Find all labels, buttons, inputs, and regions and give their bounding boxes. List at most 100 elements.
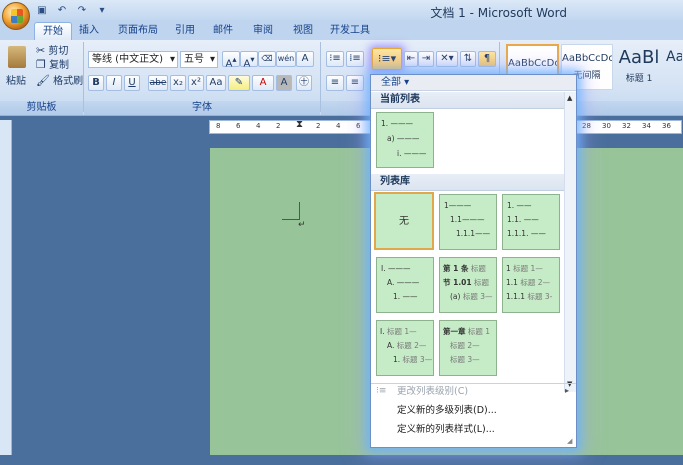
highlight-button[interactable]: ✎ — [228, 75, 250, 91]
list-level-label: I. — [380, 327, 385, 336]
font-group-label: 字体 — [84, 101, 320, 115]
clear-format-button[interactable]: ⌫ — [258, 51, 276, 67]
tab-insert[interactable]: 插入 — [74, 22, 104, 40]
list-level-label: 节 1.01 — [443, 278, 472, 287]
list-style-numeric[interactable]: 1——— 1.1——— 1.1.1—— — [439, 194, 497, 250]
superscript-button[interactable]: x² — [188, 75, 204, 91]
ruler-tick-label: 6 — [356, 122, 361, 130]
numbering-button[interactable]: ⁞≡ — [346, 51, 364, 67]
ruler-tick-label: 34 — [642, 122, 651, 130]
tab-references[interactable]: 引用 — [170, 22, 200, 40]
char-border-icon: A — [301, 53, 309, 64]
shrink-font-button[interactable]: A▾ — [240, 51, 258, 69]
list-style-roman[interactable]: I. ——— A. ——— 1. —— — [376, 257, 434, 313]
bold-button[interactable]: B — [88, 75, 104, 91]
list-style-article-section[interactable]: 第 1 条 标题 节 1.01 标题 (a) 标题 3— — [439, 257, 497, 313]
list-style-heading-numeric[interactable]: 1 标题 1— 1.1 标题 2— 1.1.1 标题 3- — [502, 257, 560, 313]
bullets-button[interactable]: ⁝≡ — [326, 51, 344, 67]
style-heading-2[interactable]: Aa — [665, 44, 683, 90]
font-size-combo[interactable]: 五号 ▾ — [180, 51, 218, 68]
phonetic-guide-button[interactable]: wén — [276, 51, 296, 67]
define-multilevel-list-item[interactable]: 定义新的多级列表(D)... — [397, 404, 497, 418]
enclose-icon: ㊉ — [299, 77, 309, 88]
change-list-level-item[interactable]: 更改列表级别(C) — [397, 385, 468, 399]
char-border-button[interactable]: A — [296, 51, 314, 67]
resize-grip-icon[interactable]: ◢ — [567, 437, 575, 445]
ruler-tick-label: 8 — [216, 122, 221, 130]
list-level-label: 1.1.1. — [507, 229, 529, 238]
tab-review[interactable]: 审阅 — [248, 22, 278, 40]
cut-button[interactable]: ✂ 剪切 — [36, 44, 68, 59]
italic-button[interactable]: I — [106, 75, 122, 91]
highlighter-icon: ✎ — [234, 77, 244, 88]
list-style-none-label: 无 — [399, 216, 409, 227]
increase-indent-button[interactable]: ⇥ — [418, 51, 434, 67]
window-title: 文档 1 - Microsoft Word — [430, 6, 567, 20]
underline-button[interactable]: U — [124, 75, 140, 91]
style-heading-2-preview: Aa — [666, 49, 683, 65]
list-level-label: A. — [387, 278, 395, 287]
ruler-tick-label: 6 — [236, 122, 241, 130]
decrease-indent-button[interactable]: ⇤ — [404, 51, 418, 67]
chinese-layout-button[interactable]: ✕▾ — [436, 51, 458, 67]
show-marks-button[interactable]: ¶ — [478, 51, 496, 67]
tab-home[interactable]: 开始 — [34, 22, 72, 40]
dropdown-arrow-icon: ▾ — [169, 54, 175, 65]
list-style-chapter[interactable]: 第一章 标题 1 标题 2— 标题 3— — [439, 320, 497, 376]
char-shading-button[interactable]: A — [276, 75, 292, 91]
list-style-none[interactable]: 无 — [374, 192, 434, 250]
current-list-thumbnail[interactable]: 1. ——— a) ——— i. ——— — [376, 112, 434, 168]
ruler-tick-label: 32 — [622, 122, 631, 130]
subscript-button[interactable]: x₂ — [170, 75, 186, 91]
list-level-label: 1 — [444, 201, 449, 210]
tab-mailings[interactable]: 邮件 — [208, 22, 238, 40]
tab-page-layout[interactable]: 页面布局 — [112, 22, 164, 40]
list-level-label: i. — [397, 149, 402, 158]
paragraph-mark-icon: ↵ — [298, 220, 306, 230]
list-style-numeric-dotted[interactable]: 1. —— 1.1. —— 1.1.1. —— — [502, 194, 560, 250]
multilevel-list-button[interactable]: ⁝≡▾ — [372, 48, 402, 70]
gallery-filter[interactable]: 全部 ▾ — [371, 75, 576, 91]
list-heading-label: 标题 2— — [450, 341, 480, 350]
change-case-button[interactable]: Aa — [206, 75, 226, 91]
ruler-tick-label: 4 — [256, 122, 261, 130]
strikethrough-button[interactable]: abe — [148, 75, 168, 91]
align-center-icon: ≡ — [350, 77, 360, 88]
style-heading-1[interactable]: AaBl 标题 1 — [615, 44, 663, 90]
tab-view[interactable]: 视图 — [288, 22, 318, 40]
list-style-heading-roman[interactable]: I. 标题 1— A. 标题 2— 1. 标题 3— — [376, 320, 434, 376]
eraser-icon: ⌫ — [261, 54, 273, 63]
grow-font-button[interactable]: A▴ — [222, 51, 240, 69]
font-name-combo[interactable]: 等线 (中文正文) ▾ — [88, 51, 178, 68]
ruler-tick-label: 28 — [582, 122, 591, 130]
list-level-label: 1.1 — [506, 278, 518, 287]
align-left-button[interactable]: ≡ — [326, 75, 344, 91]
office-button[interactable] — [2, 2, 30, 30]
enclose-char-button[interactable]: ㊉ — [296, 75, 312, 91]
style-heading-1-preview: AaBl — [618, 47, 660, 68]
indent-marker-icon[interactable]: ⧗ — [296, 119, 303, 130]
list-heading-label: 标题 1— — [387, 327, 417, 336]
gallery-scrollbar[interactable]: ▲ ▼ — [564, 92, 576, 392]
sort-button[interactable]: ⇅ — [460, 51, 476, 67]
clipboard-group-label: 剪贴板 — [0, 101, 83, 115]
ruler-tick-label: 2 — [276, 122, 281, 130]
list-heading-label: 标题 — [474, 278, 490, 287]
scroll-up-icon[interactable]: ▲ — [567, 94, 572, 102]
paste-button[interactable]: 粘贴 — [4, 44, 30, 90]
current-list-section: 当前列表 — [371, 92, 564, 109]
define-list-style-item[interactable]: 定义新的列表样式(L)... — [397, 423, 495, 437]
font-color-button[interactable]: A — [252, 75, 274, 91]
vertical-ruler[interactable] — [0, 120, 12, 455]
copy-button[interactable]: ❐ 复制 — [36, 58, 69, 73]
ribbon: 粘贴 ✂ 剪切 ❐ 复制 🖌 格式刷 剪贴板 等线 (中文正文) ▾ 五号 ▾ A▴… — [0, 40, 683, 116]
list-level-label: 1 — [506, 264, 511, 273]
list-heading-label: 标题 3— — [450, 355, 480, 364]
copy-label: 复制 — [49, 60, 70, 71]
tab-developer[interactable]: 开发工具 — [328, 22, 372, 40]
format-painter-button[interactable]: 🖌 格式刷 — [36, 74, 83, 89]
align-center-button[interactable]: ≡ — [346, 75, 364, 91]
align-left-icon: ≡ — [330, 77, 340, 88]
menu-separator — [371, 383, 576, 384]
cut-label: 剪切 — [48, 46, 69, 57]
